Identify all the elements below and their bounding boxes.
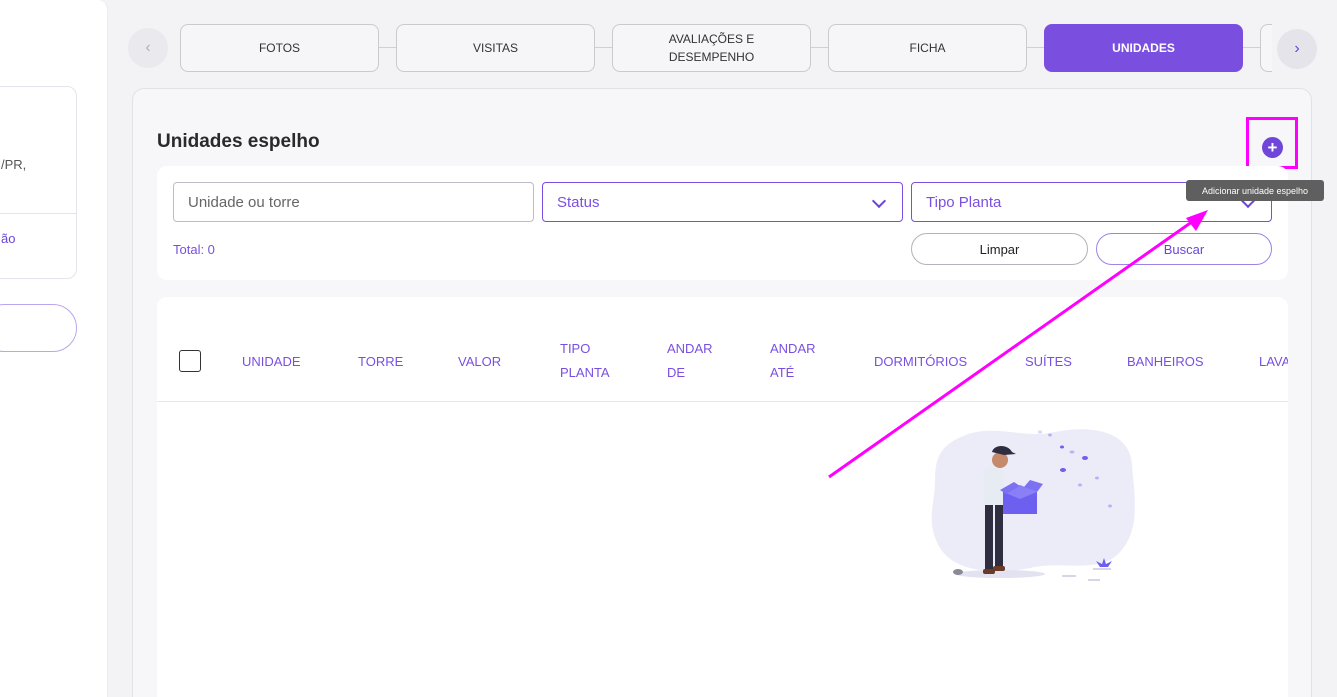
- column-header[interactable]: TIPO PLANTA: [560, 337, 620, 385]
- search-button[interactable]: Buscar: [1096, 233, 1272, 265]
- address-text: /PR,: [1, 157, 27, 172]
- clear-button[interactable]: Limpar: [911, 233, 1088, 265]
- column-header[interactable]: LAVA: [1259, 350, 1288, 374]
- column-header[interactable]: ANDAR DE: [667, 337, 727, 385]
- tab-connector: [1027, 47, 1045, 48]
- chevron-down-icon: [871, 193, 887, 209]
- tab-label: VISITAS: [472, 41, 519, 55]
- table-divider: [157, 401, 1288, 402]
- column-header[interactable]: ANDAR ATÉ: [770, 337, 830, 385]
- tab-connector: [1243, 47, 1261, 48]
- chevron-right-icon[interactable]: ›: [1277, 29, 1317, 69]
- column-header[interactable]: TORRE: [358, 350, 403, 374]
- search-placeholder: Unidade ou torre: [188, 193, 300, 211]
- tab-partial[interactable]: [1260, 24, 1272, 72]
- sidebar-button[interactable]: [0, 304, 77, 352]
- add-unit-button[interactable]: +: [1262, 137, 1283, 158]
- select-all-checkbox[interactable]: [179, 350, 201, 372]
- plus-icon: +: [1267, 138, 1278, 157]
- chevron-left-icon[interactable]: ‹: [128, 28, 168, 68]
- tab-fotos[interactable]: FOTOS: [180, 24, 379, 72]
- column-header[interactable]: BANHEIROS: [1127, 350, 1204, 374]
- tab-connector: [379, 47, 397, 48]
- left-sidebar: /PR, ão: [0, 0, 108, 697]
- tab-connector: [811, 47, 829, 48]
- column-header[interactable]: VALOR: [458, 350, 501, 374]
- tab-visitas[interactable]: VISITAS: [396, 24, 595, 72]
- tab-label: FICHA: [909, 41, 946, 55]
- tab-connector: [595, 47, 613, 48]
- divider: [0, 213, 76, 214]
- tipo-placeholder: Tipo Planta: [926, 193, 1002, 211]
- tab-unidades[interactable]: UNIDADES: [1044, 24, 1243, 72]
- page-title: Unidades espelho: [157, 131, 320, 152]
- address-link[interactable]: ão: [1, 231, 15, 246]
- add-tooltip: Adicionar unidade espelho: [1186, 180, 1324, 201]
- column-header[interactable]: UNIDADE: [242, 350, 301, 374]
- tab-ficha[interactable]: FICHA: [828, 24, 1027, 72]
- total-count: Total: 0: [173, 242, 215, 257]
- address-card: /PR, ão: [0, 86, 77, 279]
- column-header[interactable]: DORMITÓRIOS: [874, 350, 967, 374]
- column-header[interactable]: SUÍTES: [1025, 350, 1072, 374]
- tab-label: UNIDADES: [1112, 41, 1175, 55]
- tab-label: FOTOS: [258, 41, 301, 55]
- tab-label: AVALIAÇÕES E DESEMPENHO: [668, 32, 755, 64]
- tab-avaliacoes[interactable]: AVALIAÇÕES E DESEMPENHO: [612, 24, 811, 72]
- status-placeholder: Status: [557, 193, 600, 211]
- search-input[interactable]: Unidade ou torre: [173, 182, 534, 222]
- status-select[interactable]: Status: [542, 182, 903, 222]
